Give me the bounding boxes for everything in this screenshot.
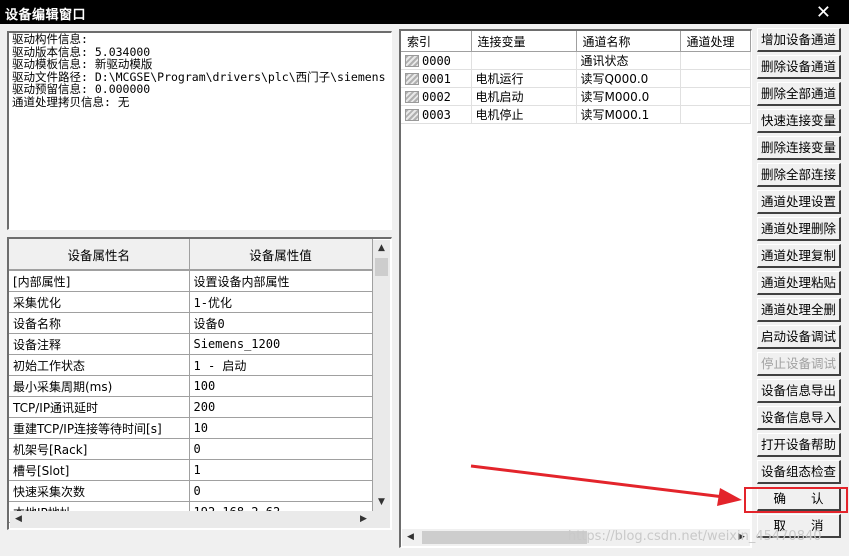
watermark: https://blog.csdn.net/weixin_45470840 bbox=[568, 529, 822, 544]
annotation-arrow-icon bbox=[470, 464, 742, 506]
